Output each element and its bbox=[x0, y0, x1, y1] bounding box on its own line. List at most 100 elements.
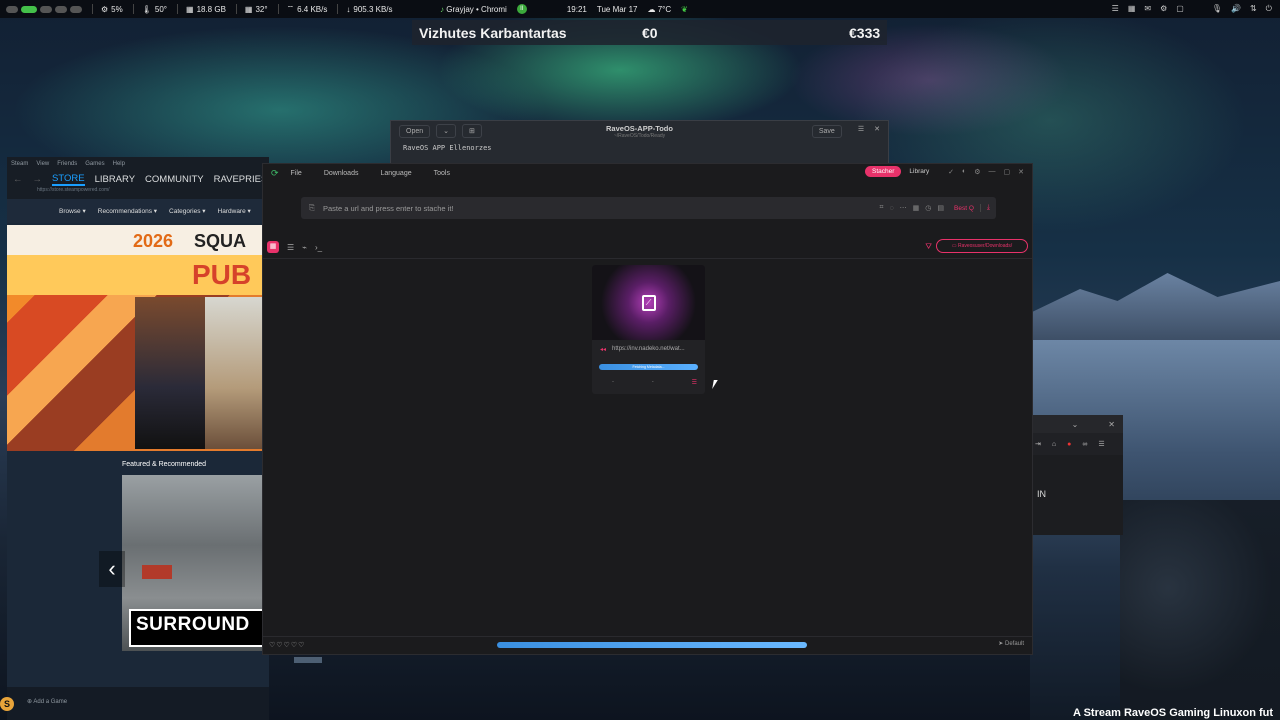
power-icon[interactable]: ⏻ bbox=[1266, 4, 1272, 14]
menu-downloads[interactable]: Downloads bbox=[324, 170, 359, 177]
start-menu-icon[interactable]: S bbox=[0, 697, 14, 711]
network-icon[interactable]: ⇅ bbox=[1250, 4, 1257, 14]
grid-view-icon[interactable]: ▦ bbox=[267, 241, 279, 253]
workspace-2[interactable] bbox=[21, 5, 37, 13]
steam-hardware[interactable]: Hardware ▾ bbox=[218, 207, 251, 215]
steam-promo-banner[interactable]: 2026 SQUA PUB bbox=[7, 225, 269, 451]
price-value-1: €0 bbox=[642, 24, 658, 41]
tab-stacher[interactable]: Stacher bbox=[865, 166, 902, 177]
workspace-4[interactable] bbox=[55, 5, 67, 13]
clock-time[interactable]: 19:21 bbox=[567, 5, 587, 14]
divider bbox=[277, 4, 279, 14]
clock-date[interactable]: Tue Mar 17 bbox=[597, 5, 638, 14]
url-input[interactable]: ⎘ Paste a url and press enter to stache … bbox=[301, 197, 996, 219]
chevron-down-icon[interactable]: ⌄ bbox=[1072, 420, 1079, 429]
profile-label: Default bbox=[1004, 641, 1024, 647]
download-card[interactable]: ⟋ ◂◂ https://inv.nadeko.net/wat... Fetch… bbox=[592, 265, 705, 394]
menu-language[interactable]: Language bbox=[380, 170, 411, 177]
steam-categories[interactable]: Categories ▾ bbox=[169, 207, 206, 215]
theme-toggle-icon[interactable]: ◐ bbox=[962, 168, 966, 176]
volume-icon[interactable]: 🔊 bbox=[1231, 4, 1241, 14]
crop-icon[interactable]: ⌗ bbox=[880, 204, 884, 212]
carousel-prev-icon[interactable]: ‹ bbox=[99, 551, 125, 587]
steam-tab-community[interactable]: COMMUNITY bbox=[145, 174, 204, 185]
extension-icon[interactable]: ⌂ bbox=[1052, 441, 1056, 448]
tray-settings-icon[interactable]: ⚙ bbox=[1160, 4, 1167, 14]
glasses-icon[interactable]: ∞ bbox=[1082, 441, 1087, 448]
steam-tab-library[interactable]: LIBRARY bbox=[95, 174, 135, 185]
table-icon[interactable]: ▦ bbox=[913, 204, 920, 212]
workspace-switcher[interactable] bbox=[6, 5, 82, 13]
steam-tab-store[interactable]: STORE bbox=[52, 173, 85, 186]
steam-recommendations[interactable]: Recommendations ▾ bbox=[98, 207, 157, 215]
steam-menu-view[interactable]: View bbox=[36, 161, 49, 167]
view-switcher: ▦ ☰ ⌁ ›_ bbox=[267, 241, 322, 253]
check-icon[interactable]: ✓ bbox=[948, 168, 954, 176]
menu-tools[interactable]: Tools bbox=[434, 170, 450, 177]
close-icon[interactable]: ✕ bbox=[1018, 168, 1024, 176]
divider bbox=[132, 4, 134, 14]
profile-select[interactable]: ➤ Default bbox=[998, 640, 1024, 647]
media-indicator[interactable]: ♪ Grayjay • Chromi bbox=[440, 5, 507, 14]
steam-tab-profile[interactable]: RAVEPRIEST1 bbox=[214, 174, 269, 185]
workspace-3[interactable] bbox=[40, 5, 52, 13]
card-progress-text: Fetching Metadata... bbox=[632, 365, 665, 369]
save-button[interactable]: Save bbox=[811, 125, 842, 138]
rating-icons[interactable]: ♡♡♡♡♡ bbox=[269, 641, 305, 649]
terminal-icon[interactable]: ›_ bbox=[315, 243, 322, 252]
card-url-text: https://inv.nadeko.net/wat... bbox=[612, 346, 685, 352]
card-menu-icon[interactable]: ☰ bbox=[692, 379, 697, 386]
add-game-button[interactable]: ⊕ Add a Game bbox=[27, 698, 67, 705]
divider bbox=[177, 4, 178, 14]
steam-menu-games[interactable]: Games bbox=[85, 161, 104, 167]
subtitles-icon[interactable]: ◌ bbox=[889, 205, 893, 212]
workspace-5[interactable] bbox=[70, 5, 82, 13]
top-panel: ⚙ 5% 🌡 50° ▦ 18.8 GB ▦ 32° ⌔ 6.4 KB/s ↓ 905.3 … bbox=[0, 0, 1280, 18]
hamburger-menu-icon[interactable]: ☰ bbox=[1098, 440, 1104, 448]
record-icon[interactable]: ● bbox=[1067, 441, 1071, 448]
close-icon[interactable]: ✕ bbox=[1108, 420, 1115, 429]
workspace-1[interactable] bbox=[6, 5, 18, 13]
steam-menu-help[interactable]: Help bbox=[113, 161, 125, 167]
microphone-icon[interactable]: 🎙 bbox=[1212, 4, 1222, 14]
net-up-indicator: ⌔ 6.4 KB/s bbox=[287, 4, 328, 14]
editor-text[interactable]: RaveOS APP Ellenorzes bbox=[391, 141, 888, 152]
stream-ticker: A Stream RaveOS Gaming Linuxon fut bbox=[1073, 707, 1274, 719]
download-icon[interactable]: ⤓ bbox=[979, 204, 990, 212]
play-pause-icon[interactable]: II bbox=[516, 4, 527, 14]
tray-grid-icon[interactable]: ▦ bbox=[1128, 4, 1136, 14]
card-action-1[interactable]: - bbox=[612, 379, 614, 386]
tray-mail-icon[interactable]: ✉ bbox=[1144, 4, 1151, 14]
close-icon[interactable]: ✕ bbox=[874, 125, 880, 138]
list-view-icon[interactable]: ☰ bbox=[287, 243, 294, 252]
weather-indicator[interactable]: ☁ 7°C bbox=[647, 5, 671, 14]
gpu-temp-indicator: ▦ 32° bbox=[245, 5, 268, 14]
hamburger-menu-icon[interactable]: ☰ bbox=[858, 125, 864, 138]
steam-browse[interactable]: Browse ▾ bbox=[59, 207, 86, 215]
browser-tool-icon[interactable]: ⇥ bbox=[1035, 440, 1041, 448]
quality-select[interactable]: Best Q bbox=[954, 205, 974, 212]
archive-icon[interactable]: ▤ bbox=[937, 204, 944, 212]
tray-box-icon[interactable]: ▢ bbox=[1176, 4, 1184, 14]
menu-file[interactable]: File bbox=[291, 170, 302, 177]
back-arrow-icon[interactable]: ← bbox=[13, 174, 23, 185]
steam-menu-friends[interactable]: Friends bbox=[57, 161, 77, 167]
cloud-icon: ☁ bbox=[647, 4, 656, 14]
history-icon[interactable]: ◷ bbox=[925, 204, 931, 212]
more-icon[interactable]: ⋯ bbox=[900, 204, 907, 212]
rss-icon[interactable]: ⌁ bbox=[302, 243, 307, 252]
clipboard-icon[interactable]: ⎘ bbox=[309, 203, 315, 213]
minimize-icon[interactable]: — bbox=[989, 168, 996, 176]
steam-menu-steam[interactable]: Steam bbox=[11, 161, 28, 167]
filter-icon[interactable]: ⛛ bbox=[925, 242, 932, 252]
net-up-value: 6.4 KB/s bbox=[297, 4, 328, 14]
gear-icon[interactable]: ⚙ bbox=[974, 168, 980, 176]
card-action-2[interactable]: - bbox=[652, 379, 654, 386]
forward-arrow-icon[interactable]: → bbox=[33, 174, 43, 185]
download-path-button[interactable]: ▭ Raveosuser/Downloads/ bbox=[936, 239, 1028, 253]
tab-library[interactable]: Library bbox=[907, 166, 931, 177]
tray-list-icon[interactable]: ☰ bbox=[1112, 4, 1119, 14]
banner-word: SQUA bbox=[194, 231, 247, 251]
maximize-icon[interactable]: ▢ bbox=[1004, 168, 1011, 176]
featured-capsule[interactable]: SURROUND bbox=[122, 475, 269, 651]
